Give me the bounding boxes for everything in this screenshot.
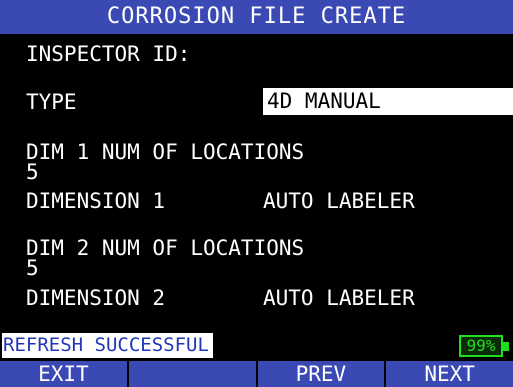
dimension2-value[interactable]: AUTO LABELER bbox=[263, 288, 415, 309]
dim2-locations-label[interactable]: DIM 2 NUM OF LOCATIONS bbox=[26, 238, 304, 259]
battery-tip bbox=[503, 342, 509, 351]
softkey-2-button[interactable] bbox=[128, 361, 258, 387]
dimension1-value[interactable]: AUTO LABELER bbox=[263, 191, 415, 212]
type-label: TYPE bbox=[26, 90, 77, 114]
dim1-locations-value[interactable]: 5 bbox=[26, 162, 39, 183]
page-title: CORROSION FILE CREATE bbox=[106, 4, 407, 29]
battery-icon: 99% bbox=[459, 335, 503, 357]
title-bar: CORROSION FILE CREATE bbox=[0, 0, 513, 34]
dimension2-label: DIMENSION 2 bbox=[26, 286, 166, 310]
inspector-id-label[interactable]: INSPECTOR ID: bbox=[26, 44, 190, 65]
softkey-bar: EXIT PREV NEXT bbox=[0, 361, 513, 387]
dimension1-label: DIMENSION 1 bbox=[26, 189, 166, 213]
dim1-locations-label[interactable]: DIM 1 NUM OF LOCATIONS bbox=[26, 142, 304, 163]
device-screen: CORROSION FILE CREATE INSPECTOR ID: TYPE… bbox=[0, 0, 513, 387]
battery-level: 99% bbox=[466, 336, 496, 355]
prev-button[interactable]: PREV bbox=[257, 361, 387, 387]
status-bar: REFRESH SUCCESSFUL 99% bbox=[0, 333, 513, 360]
type-select[interactable]: 4D MANUAL bbox=[263, 88, 513, 115]
status-message: REFRESH SUCCESSFUL bbox=[2, 333, 213, 358]
exit-button[interactable]: EXIT bbox=[0, 361, 129, 387]
next-button[interactable]: NEXT bbox=[386, 361, 513, 387]
dim2-locations-value[interactable]: 5 bbox=[26, 258, 39, 279]
